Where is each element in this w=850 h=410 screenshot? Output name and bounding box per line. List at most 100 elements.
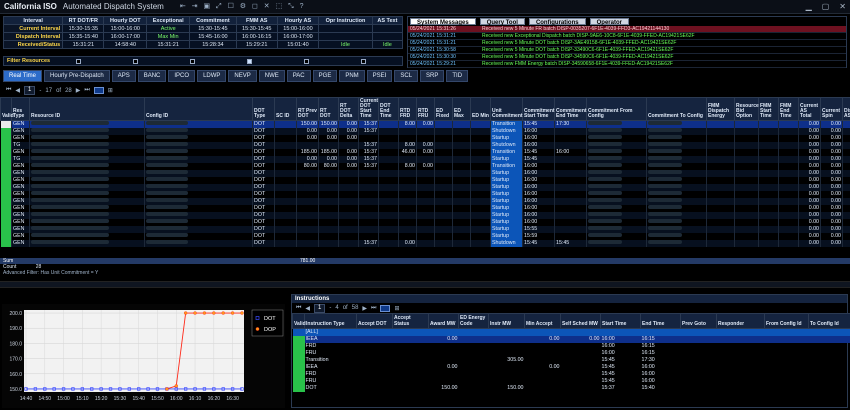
instr-row[interactable]: FRD16:0016:15 bbox=[293, 343, 850, 350]
filter-checkbox-6[interactable] bbox=[361, 59, 366, 64]
tab-pge[interactable]: PGE bbox=[313, 70, 338, 82]
instr-filter-cell[interactable] bbox=[459, 329, 489, 336]
prev-page-icon[interactable]: ◀ bbox=[305, 305, 310, 312]
grid-header[interactable]: Valid bbox=[1, 98, 12, 121]
grid-header[interactable]: Current Spin bbox=[821, 98, 843, 121]
filter-checkbox-5[interactable] bbox=[304, 59, 309, 64]
instr-row[interactable]: FRU15:4516:00 bbox=[293, 378, 850, 385]
maximize-icon[interactable]: ▢ bbox=[822, 2, 830, 11]
filter-checkbox-4[interactable] bbox=[247, 59, 252, 64]
page-input[interactable]: 1 bbox=[24, 86, 35, 95]
tab-nwe[interactable]: NWE bbox=[259, 70, 285, 82]
tab-pnm[interactable]: PNM bbox=[339, 70, 364, 82]
instr-filter-cell[interactable] bbox=[681, 329, 717, 336]
tab-tid[interactable]: TID bbox=[446, 70, 468, 82]
instr-header[interactable]: Self Sched MW bbox=[561, 314, 601, 329]
grid-header[interactable]: Dispatch AS Total bbox=[843, 98, 850, 121]
message-row[interactable]: 05/24/2021 15:30:30Received new 5 Minute… bbox=[408, 54, 846, 61]
grid-header[interactable]: ED Fixed bbox=[435, 98, 453, 121]
minimize-icon[interactable]: ▁ bbox=[806, 2, 812, 11]
grid-row[interactable]: GENDOTStartup16:000.000.000.000.00 bbox=[1, 177, 850, 184]
grid-row[interactable]: GENDOTStartup16:000.000.000.000.00 bbox=[1, 184, 850, 191]
sysmsg-tab[interactable]: Query Tool bbox=[480, 18, 525, 25]
title-controls[interactable]: ⇤ ⇥ ▣ ⤢ ☐ ⚙ ◻ ✕ ⬚ ⤡ ? bbox=[180, 2, 306, 11]
grid-row[interactable]: GENDOTStartup16:000.000.000.000.00 bbox=[1, 219, 850, 226]
grid-row[interactable]: GENDOTStartup16:000.000.000.000.00 bbox=[1, 198, 850, 205]
instr-filter-cell[interactable] bbox=[765, 329, 809, 336]
tab-aps[interactable]: APS bbox=[112, 70, 136, 82]
instr-filter-row[interactable]: [ALL] bbox=[293, 329, 850, 336]
instr-header[interactable]: Instr MW bbox=[489, 314, 525, 329]
tab-banc[interactable]: BANC bbox=[138, 70, 167, 82]
tab-ldwp[interactable]: LDWP bbox=[197, 70, 226, 82]
chart-toggle-icon[interactable]: ⊞ bbox=[108, 87, 113, 94]
message-row[interactable]: 05/24/2021 15:29:21Received new FMM Ener… bbox=[408, 61, 846, 68]
instr-row[interactable]: FRU16:0016:15 bbox=[293, 350, 850, 357]
instr-filter-cell[interactable] bbox=[525, 329, 561, 336]
grid-header[interactable]: DOT Type bbox=[253, 98, 275, 121]
filter-checkbox-3[interactable] bbox=[190, 59, 195, 64]
instr-row[interactable]: DOT150.00150.0015:3715:40 bbox=[293, 385, 850, 392]
filter-checkbox-2[interactable] bbox=[133, 59, 138, 64]
instr-filter-cell[interactable] bbox=[601, 329, 641, 336]
filter-checkbox-1[interactable] bbox=[76, 59, 81, 64]
instr-row[interactable]: Transition305.0015:4517:30 bbox=[293, 357, 850, 364]
instr-filter-cell[interactable] bbox=[393, 329, 429, 336]
instr-filter-cell[interactable] bbox=[717, 329, 765, 336]
grid-header[interactable]: ED Min bbox=[471, 98, 491, 121]
grid-row[interactable]: GENDOTStartup15:590.000.000.000.00 bbox=[1, 233, 850, 240]
grid-header[interactable]: Commitment End Time bbox=[555, 98, 587, 121]
grid-header[interactable]: ED Max bbox=[453, 98, 471, 121]
refresh-button[interactable] bbox=[380, 305, 390, 312]
instr-header[interactable]: Prev Goto bbox=[681, 314, 717, 329]
grid-row[interactable]: GENDOT0.000.000.00Startup16:000.000.000.… bbox=[1, 135, 850, 142]
grid-header[interactable]: Commitment To Config bbox=[647, 98, 707, 121]
grid-row[interactable]: GENDOTStartup16:000.000.000.000.00 bbox=[1, 170, 850, 177]
instr-filter-cell[interactable] bbox=[641, 329, 681, 336]
splitter[interactable] bbox=[0, 281, 850, 288]
grid-header[interactable]: FMM Start Time bbox=[759, 98, 779, 121]
instr-filter-all[interactable]: [ALL] bbox=[305, 329, 357, 336]
grid-row[interactable]: GENDOTStartup16:000.000.000.000.00 bbox=[1, 191, 850, 198]
grid-row[interactable]: TGDOT15:378.000.00Shutdown16:000.000.000… bbox=[1, 142, 850, 149]
instr-filter-cell[interactable] bbox=[429, 329, 459, 336]
grid-row[interactable]: GENDOT80.0080.000.0015:378.000.00Transit… bbox=[1, 163, 850, 170]
message-row[interactable]: 05/24/2021 15:31:26Received new 5 Minute… bbox=[408, 26, 846, 33]
grid-header[interactable]: Commitment Start Time bbox=[523, 98, 555, 121]
instr-header[interactable]: Accept DOT bbox=[357, 314, 393, 329]
grid-header[interactable]: RT Prev DOT bbox=[297, 98, 319, 121]
tab-pac[interactable]: PAC bbox=[287, 70, 311, 82]
prev-page-icon[interactable]: ◀ bbox=[15, 87, 20, 94]
tab-psei[interactable]: PSEI bbox=[367, 70, 393, 82]
instr-header[interactable]: Valid bbox=[293, 314, 305, 329]
grid-row[interactable]: GENDOTStartup16:000.000.000.000.00 bbox=[1, 205, 850, 212]
grid-header[interactable]: RTD FRU bbox=[417, 98, 435, 121]
instr-header[interactable]: From Config Id bbox=[765, 314, 809, 329]
tab-real-time[interactable]: Real Time bbox=[3, 70, 42, 82]
instr-filter-cell[interactable] bbox=[489, 329, 525, 336]
grid-header[interactable]: Resource Bid Option bbox=[735, 98, 759, 121]
grid-header[interactable]: Resource ID bbox=[30, 98, 145, 121]
grid-header[interactable]: RT DOT bbox=[319, 98, 339, 121]
instr-header[interactable]: Start Time bbox=[601, 314, 641, 329]
instr-row[interactable]: IEEA0.000.0015:4516:00 bbox=[293, 364, 850, 371]
grid-header[interactable]: Commitment From Config bbox=[587, 98, 647, 121]
tab-srp[interactable]: SRP bbox=[420, 70, 444, 82]
instr-filter-cell[interactable] bbox=[561, 329, 601, 336]
refresh-button[interactable] bbox=[94, 87, 104, 94]
grid-header[interactable]: RTD FRD bbox=[399, 98, 417, 121]
page-input[interactable]: 1 bbox=[314, 304, 325, 313]
grid-header[interactable]: FMM Dispatch Energy bbox=[707, 98, 735, 121]
grid-header[interactable]: RT DOT Delta bbox=[339, 98, 359, 121]
instr-row[interactable]: FRD15:4516:00 bbox=[293, 371, 850, 378]
tab-ipco[interactable]: IPCO bbox=[168, 70, 195, 82]
first-page-icon[interactable]: ⏮ bbox=[6, 87, 11, 94]
grid-row[interactable]: GENDOT150.00150.000.0015:378.000.00Trans… bbox=[1, 121, 850, 128]
instr-header[interactable]: Instruction Type bbox=[305, 314, 357, 329]
grid-row[interactable]: GENDOTStartup15:550.000.000.000.00 bbox=[1, 226, 850, 233]
message-row[interactable]: 05/24/2021 15:31:21Received new 5 Minute… bbox=[408, 40, 846, 47]
instr-header[interactable]: End Time bbox=[641, 314, 681, 329]
grid-row[interactable]: TGDOT0.000.000.0015:37Startup15:450.000.… bbox=[1, 156, 850, 163]
close-icon[interactable]: ✕ bbox=[839, 2, 846, 11]
instr-header[interactable]: Responder bbox=[717, 314, 765, 329]
